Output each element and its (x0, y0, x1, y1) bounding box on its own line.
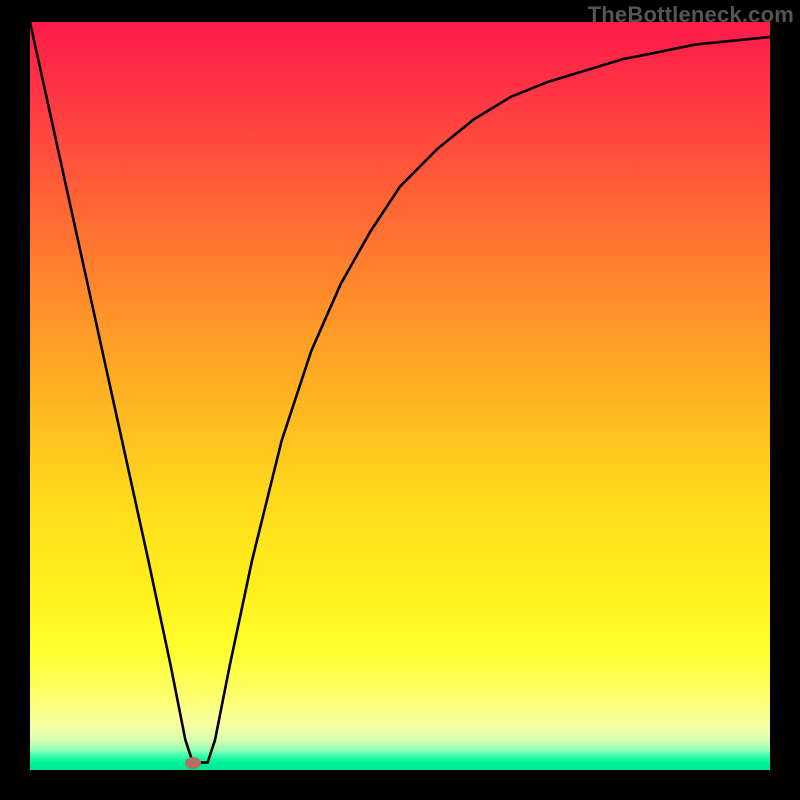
bottleneck-curve (30, 22, 770, 763)
optimum-marker (185, 757, 201, 769)
watermark-text: TheBottleneck.com (588, 2, 794, 28)
plot-area (30, 22, 770, 770)
chart-container: TheBottleneck.com (0, 0, 800, 800)
curve-svg (30, 22, 770, 770)
